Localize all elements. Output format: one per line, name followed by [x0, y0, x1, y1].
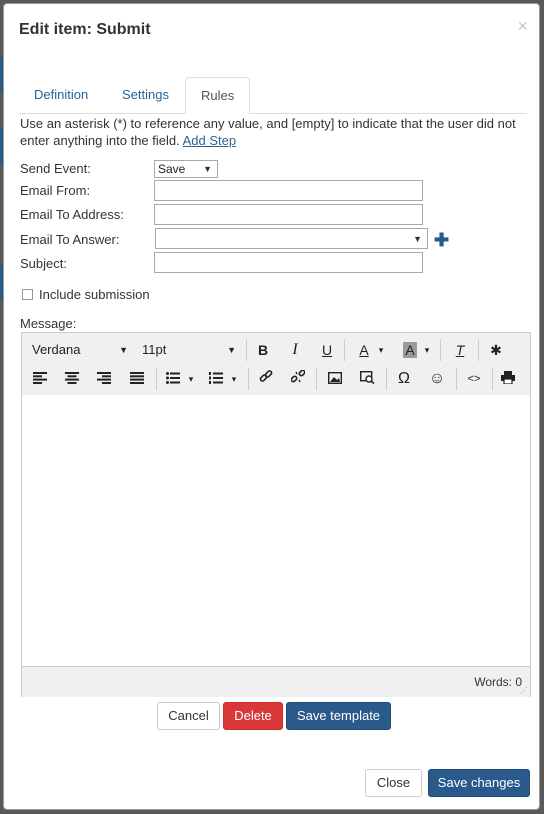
clear-formatting-icon[interactable]: T — [448, 338, 472, 362]
unlink-icon[interactable] — [286, 367, 310, 391]
tab-definition[interactable]: Definition — [19, 77, 103, 113]
chevron-down-icon[interactable]: ▾ — [374, 338, 388, 362]
chevron-down-icon[interactable]: ▾ — [420, 338, 434, 362]
send-event-select[interactable]: Save ▼ — [154, 160, 218, 178]
font-family-select[interactable]: Verdana ▼ — [26, 338, 130, 362]
toolbar-divider — [440, 339, 441, 361]
add-answer-plus-icon[interactable]: ✚ — [434, 231, 449, 249]
email-to-answer-select[interactable]: ▼ — [155, 228, 428, 249]
cancel-button[interactable]: Cancel — [157, 702, 220, 730]
italic-icon[interactable]: I — [283, 338, 307, 362]
bold-icon[interactable]: B — [251, 338, 275, 362]
toolbar-divider — [492, 368, 493, 390]
include-submission-label: Include submission — [39, 287, 150, 302]
editor-content-area[interactable] — [22, 395, 530, 666]
link-icon[interactable] — [254, 367, 278, 391]
message-label: Message: — [20, 316, 77, 331]
send-event-value: Save — [158, 162, 186, 176]
resize-grip-icon[interactable]: ⋰ — [520, 687, 528, 695]
dialog-title: Edit item: Submit — [19, 21, 151, 38]
justify-icon[interactable] — [125, 367, 149, 391]
save-template-button[interactable]: Save template — [286, 702, 391, 730]
emoji-icon[interactable]: ☺ — [425, 367, 449, 391]
toolbar-divider — [156, 368, 157, 390]
underline-icon[interactable]: U — [315, 338, 339, 362]
editor-toolbar: Verdana ▼ 11pt ▼ B I U A ▾ A ▾ T ✱ ▾ ▾ Ω… — [22, 333, 530, 396]
email-from-label: Email From: — [20, 183, 91, 198]
delete-button[interactable]: Delete — [223, 702, 283, 730]
chevron-down-icon: ▼ — [227, 345, 236, 355]
email-to-address-field[interactable] — [154, 204, 423, 225]
font-family-value: Verdana — [32, 342, 81, 357]
special-character-icon[interactable]: Ω — [392, 367, 416, 391]
toolbar-divider — [344, 339, 345, 361]
text-color-icon[interactable]: A — [352, 338, 376, 362]
align-right-icon[interactable] — [92, 367, 116, 391]
accessibility-icon[interactable]: ✱ — [484, 338, 508, 362]
rich-text-editor: Verdana ▼ 11pt ▼ B I U A ▾ A ▾ T ✱ ▾ ▾ Ω… — [21, 332, 531, 697]
close-button[interactable]: Close — [365, 769, 422, 797]
tab-bar: Definition Settings Rules — [19, 77, 527, 114]
media-search-icon[interactable] — [355, 367, 379, 391]
include-submission-checkbox[interactable] — [22, 289, 33, 300]
toolbar-divider — [248, 368, 249, 390]
chevron-down-icon[interactable]: ▾ — [184, 367, 198, 391]
send-event-label: Send Event: — [20, 161, 91, 176]
email-to-address-label: Email To Address: — [20, 207, 124, 222]
email-to-answer-label: Email To Answer: — [20, 232, 120, 247]
save-changes-button[interactable]: Save changes — [428, 769, 530, 797]
background-color-icon[interactable]: A — [398, 338, 422, 362]
toolbar-divider — [246, 339, 247, 361]
toolbar-divider — [478, 339, 479, 361]
numbered-list-icon[interactable] — [205, 367, 227, 391]
image-icon[interactable] — [323, 367, 347, 391]
chevron-down-icon: ▼ — [119, 345, 128, 355]
source-code-icon[interactable]: <> — [462, 367, 486, 391]
tab-settings[interactable]: Settings — [107, 77, 184, 113]
subject-label: Subject: — [20, 256, 67, 271]
chevron-down-icon: ▼ — [413, 234, 422, 244]
email-from-field[interactable] — [154, 180, 423, 201]
subject-field[interactable] — [154, 252, 423, 273]
font-size-value: 11pt — [142, 342, 167, 357]
help-text: Use an asterisk (*) to reference any val… — [20, 115, 532, 149]
word-count: Words: 0 — [474, 675, 522, 689]
font-size-select[interactable]: 11pt ▼ — [136, 338, 238, 362]
print-icon[interactable] — [496, 367, 520, 391]
toolbar-divider — [456, 368, 457, 390]
align-center-icon[interactable] — [60, 367, 84, 391]
chevron-down-icon: ▼ — [203, 164, 212, 174]
align-left-icon[interactable] — [28, 367, 52, 391]
add-step-link[interactable]: Add Step — [183, 133, 237, 148]
toolbar-divider — [316, 368, 317, 390]
bullet-list-icon[interactable] — [162, 367, 184, 391]
tab-rules[interactable]: Rules — [185, 77, 251, 114]
editor-statusbar: Words: 0 ⋰ — [22, 666, 530, 697]
toolbar-divider — [386, 368, 387, 390]
close-icon[interactable]: × — [517, 17, 528, 35]
chevron-down-icon[interactable]: ▾ — [227, 367, 241, 391]
help-description: Use an asterisk (*) to reference any val… — [20, 116, 516, 148]
edit-item-dialog: Edit item: Submit × Definition Settings … — [3, 3, 540, 810]
